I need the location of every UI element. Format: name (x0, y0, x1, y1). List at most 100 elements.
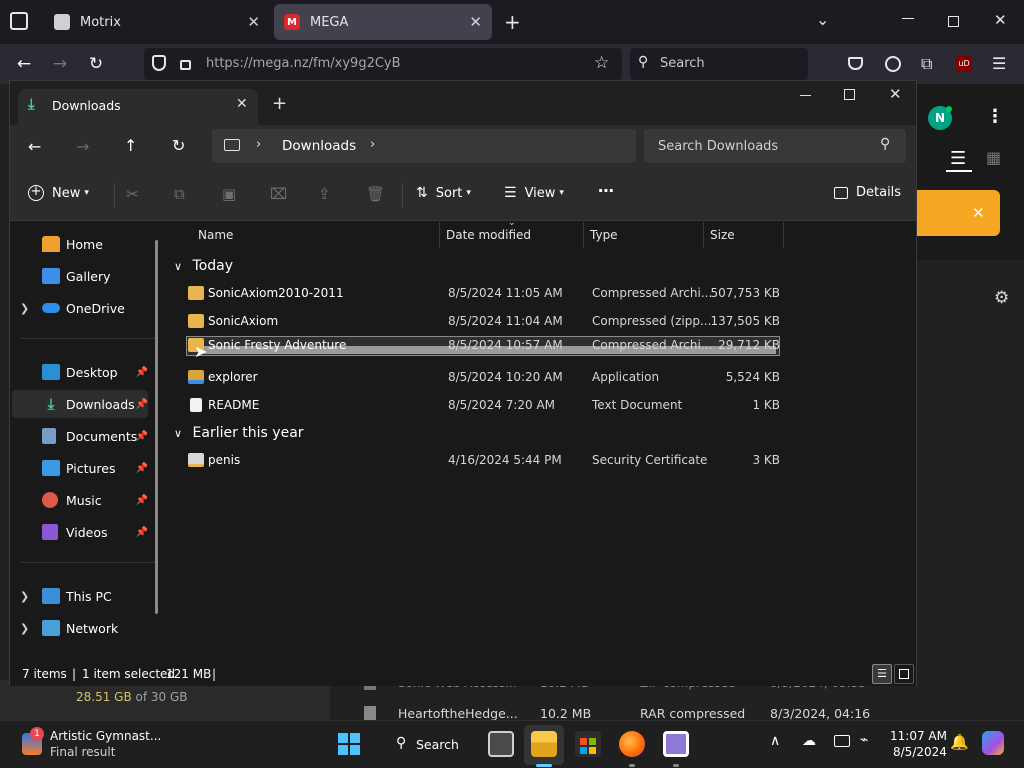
pin-icon[interactable]: 📌 (136, 495, 148, 506)
forward-icon[interactable]: → (48, 52, 72, 76)
minimize-icon[interactable] (902, 18, 914, 19)
notification-bell-icon[interactable]: 🔔 (950, 733, 969, 751)
details-button[interactable]: Details (834, 185, 901, 200)
explorer-tab-downloads[interactable]: ⤓ Downloads ✕ (18, 89, 258, 125)
nav-scrollbar[interactable] (155, 240, 158, 614)
address-bar[interactable]: › Downloads › (212, 129, 636, 163)
sidebar-item-music[interactable]: Music 📌 (12, 486, 148, 514)
pin-icon[interactable]: 📌 (136, 463, 148, 474)
sidebar-item-downloads[interactable]: ⤓ Downloads 📌 (12, 390, 148, 418)
list-tabs-chevron-icon[interactable]: ⌄ (816, 10, 829, 29)
sidebar-item-desktop[interactable]: Desktop 📌 (12, 358, 148, 386)
list-item-selected[interactable]: Sonic Fresty Adventure 8/5/2024 10:57 AM… (168, 336, 780, 364)
paste-icon[interactable]: ▣ (222, 185, 236, 203)
search-downloads-input[interactable]: Search Downloads ⚲ (644, 129, 906, 163)
pin-icon[interactable]: 📌 (136, 431, 148, 442)
microsoft-store-icon[interactable] (575, 731, 601, 757)
list-item[interactable]: README 8/5/2024 7:20 AM Text Document 1 … (168, 392, 780, 420)
close-banner-icon[interactable]: ✕ (972, 204, 985, 222)
list-item[interactable]: SonicAxiom 8/5/2024 11:04 AM Compressed … (168, 308, 780, 336)
taskbar-search-button[interactable]: ⚲ Search (392, 733, 460, 757)
pin-icon[interactable]: 📌 (136, 367, 148, 378)
list-item[interactable]: SonicAxiom2010-2011 8/5/2024 11:05 AM Co… (168, 280, 780, 308)
lock-icon[interactable] (180, 60, 191, 70)
breadcrumb-chevron-icon[interactable]: › (370, 137, 375, 152)
delete-icon[interactable]: 🗑 (366, 185, 385, 203)
close-tab-icon[interactable]: ✕ (247, 13, 260, 31)
display-icon[interactable] (834, 735, 850, 747)
breadcrumb[interactable]: Downloads (282, 138, 356, 154)
shield-icon[interactable] (152, 55, 166, 71)
expand-chevron-icon[interactable]: ❯ (20, 622, 29, 635)
clock-date[interactable]: 8/5/2024 (893, 745, 947, 759)
forward-icon[interactable]: → (76, 137, 89, 156)
copy-icon[interactable]: ⧉ (174, 185, 185, 203)
sidebar-item-home[interactable]: Home (12, 230, 148, 258)
rename-icon[interactable]: ⌧ (270, 185, 287, 203)
details-view-toggle[interactable]: ☰ (872, 664, 892, 684)
column-header-name[interactable]: Name (192, 222, 440, 248)
view-button[interactable]: ☰ View ▾ (504, 185, 564, 201)
settings-gear-icon[interactable]: ⚙ (994, 288, 1009, 308)
new-tab-icon[interactable]: + (272, 93, 287, 114)
close-tab-icon[interactable]: ✕ (469, 13, 482, 31)
menu-icon[interactable]: ☰ (992, 54, 1006, 73)
motrix-app-icon[interactable] (663, 731, 689, 757)
show-hidden-icons-chevron-icon[interactable]: ∧ (770, 733, 780, 749)
onedrive-off-icon[interactable]: ☁ (802, 733, 816, 749)
grid-view-icon[interactable]: ▦ (986, 148, 1001, 167)
task-view-icon[interactable] (488, 731, 514, 757)
network-offline-icon[interactable]: ⌁ (860, 732, 868, 748)
back-icon[interactable]: ← (28, 137, 41, 156)
expand-chevron-icon[interactable]: ❯ (20, 302, 29, 315)
browser-tab-motrix[interactable]: Motrix ✕ (44, 4, 270, 40)
windows-start-icon[interactable] (338, 733, 360, 755)
back-icon[interactable]: ← (12, 52, 36, 76)
sidebar-item-network[interactable]: ❯ Network (12, 614, 148, 642)
close-window-icon[interactable]: ✕ (889, 85, 902, 103)
refresh-icon[interactable]: ↻ (172, 136, 185, 155)
column-header-size[interactable]: Size (704, 222, 784, 248)
list-item[interactable]: penis 4/16/2024 5:44 PM Security Certifi… (168, 447, 780, 475)
pocket-icon[interactable] (848, 57, 863, 70)
column-header-type[interactable]: Type (584, 222, 704, 248)
tiles-view-toggle[interactable] (894, 664, 914, 684)
list-view-icon[interactable]: ☰ (950, 148, 966, 169)
up-icon[interactable]: ↑ (124, 136, 137, 155)
new-tab-icon[interactable]: + (504, 10, 521, 34)
expand-chevron-icon[interactable]: ❯ (20, 590, 29, 603)
url-bar[interactable]: https://mega.nz/fm/xy9g2CyB ☆ (144, 48, 622, 80)
more-options-icon[interactable]: ⋮ (986, 106, 1004, 127)
restore-icon[interactable] (948, 16, 959, 27)
close-window-icon[interactable]: ✕ (994, 11, 1007, 29)
sort-button[interactable]: ⇅ Sort ▾ (416, 185, 471, 201)
cut-icon[interactable]: ✂ (126, 185, 139, 203)
pin-icon[interactable]: 📌 (136, 527, 148, 538)
close-tab-icon[interactable]: ✕ (236, 96, 248, 112)
new-button[interactable]: + New ▾ (28, 185, 89, 201)
group-header-today[interactable]: ∨ Today (174, 258, 233, 274)
sidebar-item-this-pc[interactable]: ❯ This PC (12, 582, 148, 610)
pin-icon[interactable]: 📌 (136, 399, 148, 410)
group-header-earlier[interactable]: ∨ Earlier this year (174, 425, 304, 441)
sidebar-item-onedrive[interactable]: ❯ OneDrive (12, 294, 148, 322)
sidebar-item-gallery[interactable]: Gallery (12, 262, 148, 290)
widgets-notification[interactable]: 1 Artistic Gymnast... Final result (18, 727, 161, 763)
breadcrumb-separator-icon[interactable]: › (256, 137, 261, 152)
reload-icon[interactable]: ↻ (84, 52, 108, 76)
maximize-icon[interactable] (844, 89, 855, 100)
ublock-icon[interactable]: uD (956, 56, 972, 72)
firefox-icon[interactable] (619, 731, 645, 757)
copilot-icon[interactable] (982, 731, 1004, 755)
sidebar-item-videos[interactable]: Videos 📌 (12, 518, 148, 546)
clock-time[interactable]: 11:07 AM (890, 729, 947, 743)
browser-tab-mega[interactable]: M MEGA ✕ (274, 4, 492, 40)
list-item[interactable]: explorer 8/5/2024 10:20 AM Application 5… (168, 364, 780, 392)
sidebar-item-documents[interactable]: Documents 📌 (12, 422, 148, 450)
tab-overview-icon[interactable] (10, 12, 28, 30)
bookmark-star-icon[interactable]: ☆ (594, 53, 609, 73)
url-text[interactable]: https://mega.nz/fm/xy9g2CyB (206, 56, 401, 71)
minimize-icon[interactable] (800, 95, 811, 96)
see-more-icon[interactable]: ⋯ (598, 181, 614, 200)
extensions-icon[interactable]: ⧉ (921, 54, 932, 74)
